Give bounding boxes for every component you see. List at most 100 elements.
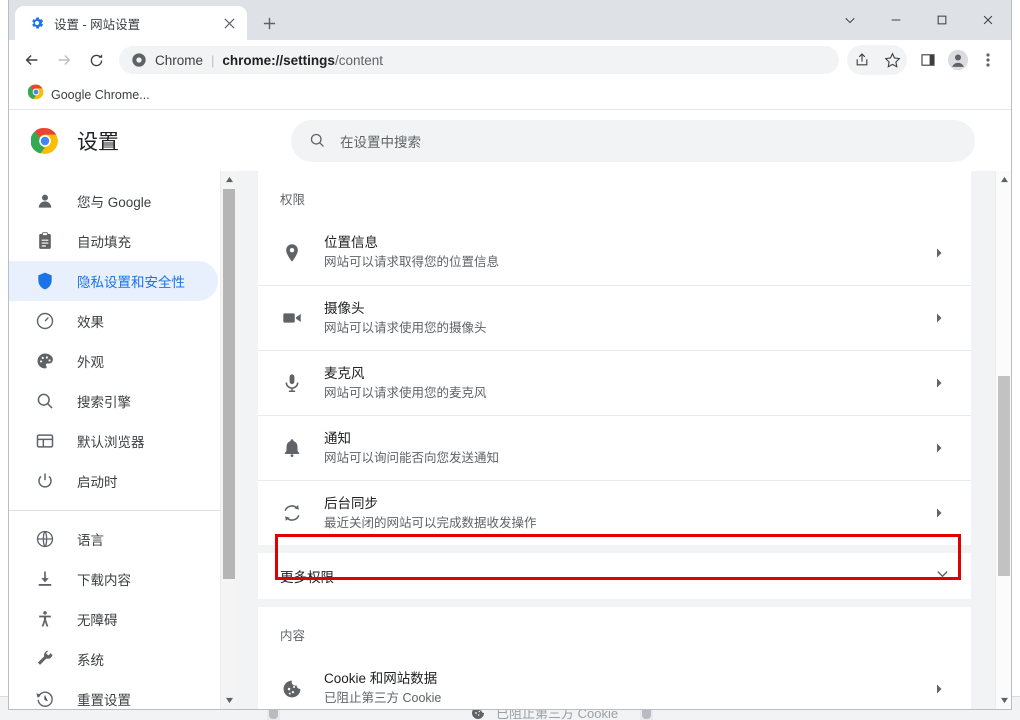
search-input[interactable]: 在设置中搜索 [291,120,975,162]
content-section-label: 内容 [258,607,971,656]
sidebar-item-4[interactable]: 外观 [9,341,218,381]
sidebar-item-label: 系统 [77,649,104,669]
search-placeholder: 在设置中搜索 [340,131,421,151]
sidebar-item-label: 下载内容 [77,569,131,589]
chevron-right-icon[interactable] [929,248,949,258]
location-pin-icon [280,241,304,265]
sidebar-item-7[interactable]: 启动时 [9,461,218,501]
content-scrollbar[interactable] [995,171,1011,709]
permission-row[interactable]: 摄像头网站可以请求使用您的摄像头 [258,285,971,350]
sidebar-item-6[interactable]: 默认浏览器 [9,421,218,461]
permission-row[interactable]: 位置信息网站可以请求取得您的位置信息 [258,220,971,285]
more-permissions-row[interactable]: 更多权限 [258,553,971,599]
omnibox-divider: | [211,53,214,68]
permission-row[interactable]: 通知网站可以询问能否向您发送通知 [258,415,971,480]
tab-search-button[interactable] [827,4,873,36]
content-scroll-up-arrow[interactable] [996,171,1011,188]
sidebar-scrollbar[interactable] [220,171,236,709]
sidebar-item-label: 重置设置 [77,689,131,709]
sidebar-item-1[interactable]: 下载内容 [9,559,218,599]
chevron-right-icon[interactable] [929,443,949,453]
sidebar-group-primary: 您与 Google 自动填充隐私设置和安全性效果外观搜索引擎默认浏览器启动时 [9,181,236,501]
omnibox-url-bold: chrome://settings [222,53,335,68]
new-tab-button[interactable] [255,9,283,37]
reload-icon[interactable] [81,45,111,75]
sidebar-scrollbar-thumb[interactable] [223,189,235,579]
omnibox-chrome-label: Chrome [155,53,203,68]
permission-title: 后台同步 [324,494,929,513]
sidebar-item-label: 自动填充 [77,231,131,251]
cookie-icon [280,677,304,701]
address-bar[interactable]: Chrome | chrome://settings/content [119,46,839,74]
sidebar-item-3[interactable]: 效果 [9,301,218,341]
chevron-right-icon[interactable] [929,684,949,694]
sidebar-item-0[interactable]: 您与 Google [9,181,218,221]
permission-row[interactable]: 后台同步最近关闭的网站可以完成数据收发操作 [258,480,971,545]
sidebar-item-2[interactable]: 隐私设置和安全性 [9,261,218,301]
omnibox-url: chrome://settings/content [222,53,827,68]
permissions-section-label: 权限 [258,171,971,220]
back-arrow-icon[interactable] [17,45,47,75]
permission-row[interactable]: 麦克风网站可以请求使用您的麦克风 [258,350,971,415]
settings-content: 权限 位置信息网站可以请求取得您的位置信息摄像头网站可以请求使用您的摄像头麦克风… [236,171,1011,709]
permission-subtitle: 网站可以询问能否向您发送通知 [324,449,929,468]
content-scrollbar-thumb[interactable] [998,376,1010,576]
sidebar-scroll-up-arrow[interactable] [221,171,236,188]
bell-icon [280,436,304,460]
gear-icon [29,15,45,31]
permission-subtitle: 网站可以请求取得您的位置信息 [324,253,929,272]
search-icon [35,391,55,411]
sidebar-item-1[interactable]: 自动填充 [9,221,218,261]
browser-toolbar: Chrome | chrome://settings/content [9,40,1011,80]
omnibox-action-pill [847,45,907,75]
person-icon [35,191,55,211]
sidebar-item-5[interactable]: 搜索引擎 [9,381,218,421]
shield-icon [35,271,55,291]
side-panel-icon[interactable] [913,45,943,75]
content-row[interactable]: Cookie 和网站数据已阻止第三方 Cookie [258,656,971,709]
sidebar-item-label: 您与 Google [77,191,151,211]
sidebar-item-0[interactable]: 语言 [9,519,218,559]
forward-arrow-icon[interactable] [49,45,79,75]
permission-subtitle: 最近关闭的网站可以完成数据收发操作 [324,514,929,533]
sidebar-group-secondary: 语言下载内容无障碍系统重置设置 [9,519,236,709]
accessibility-icon [35,609,55,629]
maximize-button[interactable] [919,4,965,36]
share-icon[interactable] [847,45,877,75]
bookmark-star-icon[interactable] [877,45,907,75]
content-card: 内容 Cookie 和网站数据已阻止第三方 Cookie [258,607,971,709]
browser-tab[interactable]: 设置 - 网站设置 [15,6,247,40]
sidebar-scroll-down-arrow[interactable] [221,692,236,709]
chevron-right-icon[interactable] [929,508,949,518]
wrench-icon [35,649,55,669]
minimize-button[interactable] [873,4,919,36]
tab-title: 设置 - 网站设置 [54,14,219,33]
content-scroll-down-arrow[interactable] [996,692,1011,709]
sync-icon [280,501,304,525]
tab-close-icon[interactable] [219,13,239,33]
sidebar-item-label: 启动时 [77,471,118,491]
permissions-list: 位置信息网站可以请求取得您的位置信息摄像头网站可以请求使用您的摄像头麦克风网站可… [258,220,971,545]
sidebar-item-2[interactable]: 无障碍 [9,599,218,639]
permission-subtitle: 网站可以请求使用您的麦克风 [324,384,929,403]
profile-avatar-icon[interactable] [943,45,973,75]
speedometer-icon [35,311,55,331]
bookmark-label: Google Chrome... [51,88,150,102]
chevron-down-icon[interactable] [936,567,949,585]
chevron-right-icon[interactable] [929,313,949,323]
window-controls [827,0,1011,40]
more-menu-icon[interactable] [973,45,1003,75]
sidebar-item-label: 效果 [77,311,104,331]
chrome-logo-icon [131,52,147,68]
sidebar-item-4[interactable]: 重置设置 [9,679,218,709]
clipboard-icon [35,231,55,251]
toolbar-right-icons [847,45,1003,75]
chevron-right-icon[interactable] [929,378,949,388]
more-permissions-card[interactable]: 更多权限 [258,553,971,599]
sidebar-item-label: 语言 [77,529,104,549]
bookmark-item-google-chrome[interactable]: Google Chrome... [21,81,157,108]
close-button[interactable] [965,4,1011,36]
tab-strip: 设置 - 网站设置 [9,0,1011,40]
sidebar-item-3[interactable]: 系统 [9,639,218,679]
settings-body: 您与 Google 自动填充隐私设置和安全性效果外观搜索引擎默认浏览器启动时 语言… [9,171,1011,709]
